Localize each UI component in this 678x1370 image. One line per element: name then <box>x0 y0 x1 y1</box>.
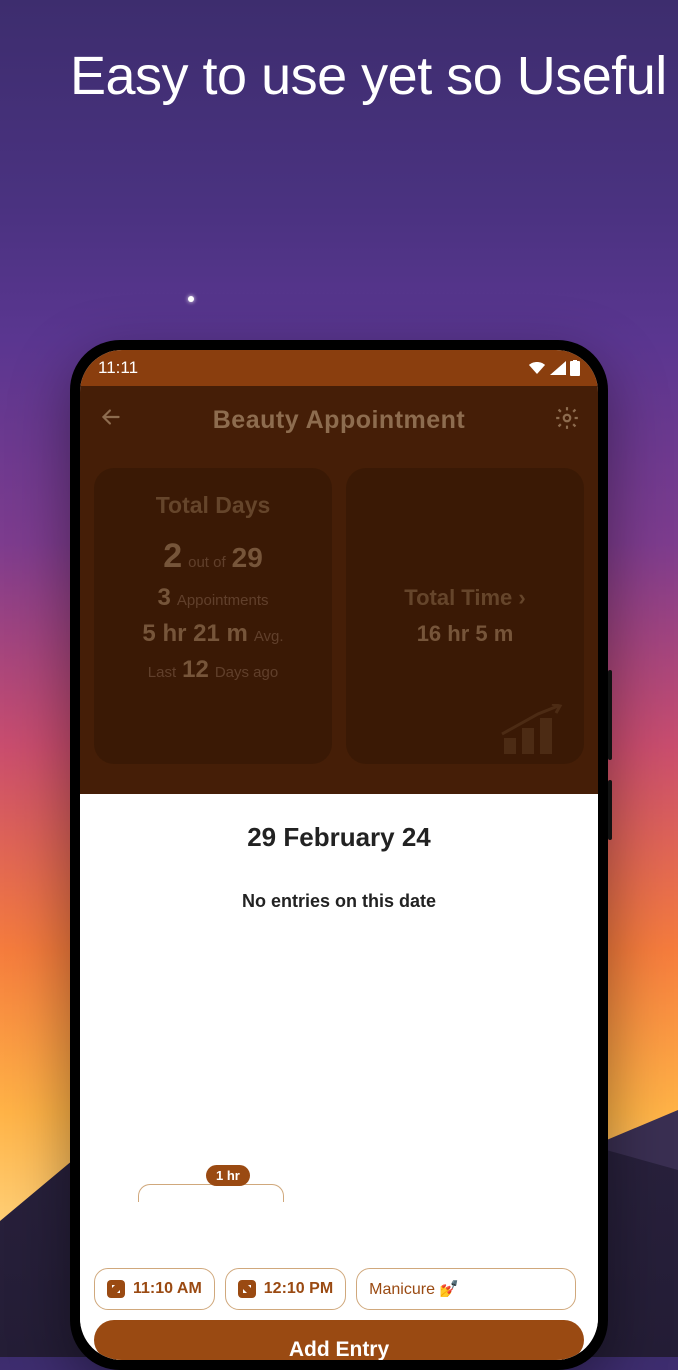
tag-pill[interactable]: Manicure 💅 <box>356 1268 576 1310</box>
entries-sheet: 29 February 24 No entries on this date 1… <box>80 794 598 1360</box>
empty-state-message: No entries on this date <box>94 891 584 912</box>
last-suffix: Days ago <box>215 664 278 681</box>
total-time-card[interactable]: Total Time › 16 hr 5 m <box>346 468 584 764</box>
start-time-pill[interactable]: 11:10 AM <box>94 1268 215 1310</box>
duration-badge: 1 hr <box>206 1165 250 1186</box>
out-of-label: out of <box>188 554 226 571</box>
decorative-star <box>188 296 194 302</box>
appointments-label: Appointments <box>177 592 269 609</box>
total-time-title: Total Time › <box>404 585 525 611</box>
start-time-label: 11:10 AM <box>133 1280 202 1298</box>
phone-frame: 11:11 Beauty Appointment Total Days 2 <box>70 340 608 1370</box>
time-range-bracket <box>138 1184 284 1202</box>
sheet-date: 29 February 24 <box>94 822 584 853</box>
tag-label: Manicure 💅 <box>369 1279 459 1299</box>
phone-side-button <box>608 780 612 840</box>
gear-icon <box>554 405 580 431</box>
add-entry-button[interactable]: Add Entry <box>94 1320 584 1360</box>
total-days-value: 29 <box>232 542 263 574</box>
phone-side-button <box>608 670 612 760</box>
arrow-out-icon <box>238 1280 256 1298</box>
stats-area: Total Days 2 out of 29 3 Appointments 5 … <box>80 454 598 794</box>
page-title: Beauty Appointment <box>124 406 554 435</box>
last-value: 12 <box>182 656 209 684</box>
entry-input-row: 11:10 AM 12:10 PM Manicure 💅 <box>94 1268 584 1310</box>
end-time-label: 12:10 PM <box>264 1280 333 1298</box>
appointments-count: 3 <box>157 584 170 612</box>
avg-label: Avg. <box>254 628 284 645</box>
status-bar: 11:11 <box>80 350 598 386</box>
end-time-pill[interactable]: 12:10 PM <box>225 1268 346 1310</box>
arrow-in-icon <box>107 1280 125 1298</box>
app-header: Beauty Appointment <box>80 386 598 454</box>
back-button[interactable] <box>98 404 124 437</box>
days-count: 2 <box>163 537 182 576</box>
status-time: 11:11 <box>98 358 138 378</box>
promo-headline: Easy to use yet so Useful <box>70 44 667 109</box>
arrow-left-icon <box>98 404 124 430</box>
total-days-title: Total Days <box>156 492 271 519</box>
total-days-card[interactable]: Total Days 2 out of 29 3 Appointments 5 … <box>94 468 332 764</box>
signal-icon <box>550 361 566 375</box>
wifi-icon <box>528 361 546 375</box>
battery-icon <box>570 360 580 376</box>
total-time-value: 16 hr 5 m <box>417 621 514 647</box>
avg-value: 5 hr 21 m <box>142 620 247 648</box>
chart-icon <box>500 704 570 754</box>
settings-button[interactable] <box>554 405 580 436</box>
last-label: Last <box>148 664 176 681</box>
